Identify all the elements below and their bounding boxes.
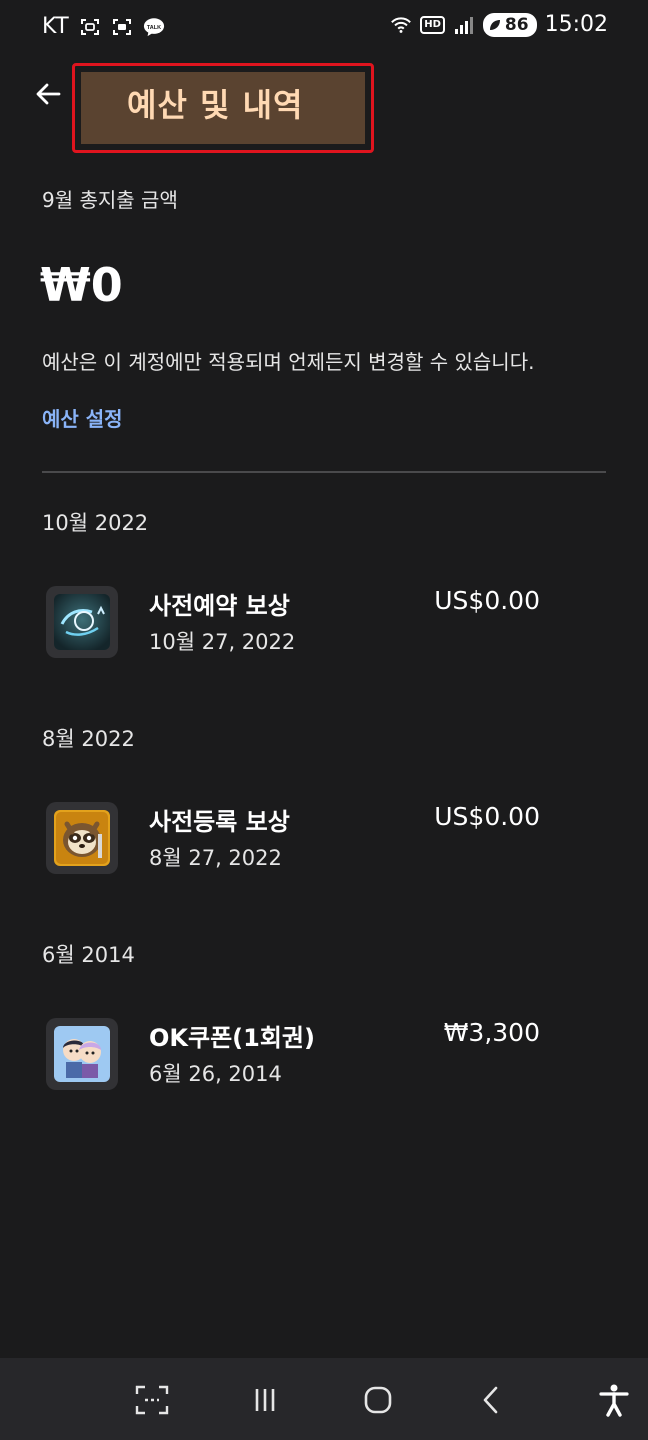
month-heading: 6월 2014 [42, 943, 135, 967]
capture-button[interactable] [132, 1380, 172, 1420]
back-button[interactable] [28, 74, 68, 114]
wifi-icon [390, 14, 412, 36]
screenshot-icon [111, 16, 133, 38]
home-button[interactable] [358, 1380, 398, 1420]
status-bar: KT TALK HD 86 15:02 [0, 0, 648, 56]
battery-icon: 86 [482, 12, 537, 37]
recent-apps-button[interactable] [245, 1380, 285, 1420]
transaction-date: 10월 27, 2022 [149, 630, 296, 654]
month-heading: 8월 2022 [42, 727, 135, 751]
screen: KT TALK HD 86 15:02 예산 및 내역 9월 총지출 금액 ₩0… [0, 0, 648, 1440]
leaf-icon [489, 19, 500, 30]
system-nav-bar [0, 1358, 648, 1440]
page-title: 예산 및 내역 [127, 86, 304, 124]
game-app-icon-raccoon [46, 802, 118, 874]
carrier-label: KT [42, 14, 70, 39]
transaction-item[interactable]: 사전등록 보상 8월 27, 2022 US$0.00 [42, 802, 562, 882]
arrow-left-icon [36, 83, 61, 105]
transaction-date: 8월 27, 2022 [149, 846, 282, 870]
game-app-icon-characters [46, 1018, 118, 1090]
capture-icon [135, 1385, 169, 1415]
svg-text:TALK: TALK [147, 24, 161, 30]
game-app-icon-cheonsangbi [46, 586, 118, 658]
battery-level: 86 [504, 14, 529, 35]
hd-icon: HD [420, 15, 445, 34]
transaction-amount: US$0.00 [434, 586, 540, 615]
accessibility-icon [599, 1384, 629, 1417]
budget-note: 예산은 이 계정에만 적용되며 언제든지 변경할 수 있습니다. [42, 350, 535, 374]
app-header: 예산 및 내역 [0, 60, 648, 160]
transaction-item[interactable]: 사전예약 보상 10월 27, 2022 US$0.00 [42, 586, 562, 666]
transaction-date: 6월 26, 2014 [149, 1062, 282, 1086]
home-icon [364, 1386, 392, 1414]
back-icon [483, 1386, 498, 1414]
transaction-amount: ₩3,300 [443, 1018, 540, 1047]
divider [42, 471, 606, 473]
screen-record-icon [79, 16, 101, 38]
transaction-item[interactable]: OK쿠폰(1회권) 6월 26, 2014 ₩3,300 [42, 1018, 562, 1098]
clock: 15:02 [544, 12, 608, 37]
budget-settings-link[interactable]: 예산 설정 [42, 403, 123, 432]
accessibility-button[interactable] [594, 1380, 634, 1420]
signal-icon [453, 14, 475, 36]
transaction-name: 사전등록 보상 [149, 808, 290, 836]
monthly-spend-amount: ₩0 [40, 258, 123, 312]
transaction-name: OK쿠폰(1회권) [149, 1024, 315, 1052]
transaction-amount: US$0.00 [434, 802, 540, 831]
month-heading: 10월 2022 [42, 511, 149, 535]
monthly-spend-label: 9월 총지출 금액 [42, 188, 178, 212]
kakaotalk-icon: TALK [143, 16, 165, 38]
transaction-name: 사전예약 보상 [149, 592, 290, 620]
title-highlight-box: 예산 및 내역 [72, 63, 374, 153]
recent-apps-icon [255, 1389, 275, 1411]
nav-back-button[interactable] [472, 1380, 512, 1420]
